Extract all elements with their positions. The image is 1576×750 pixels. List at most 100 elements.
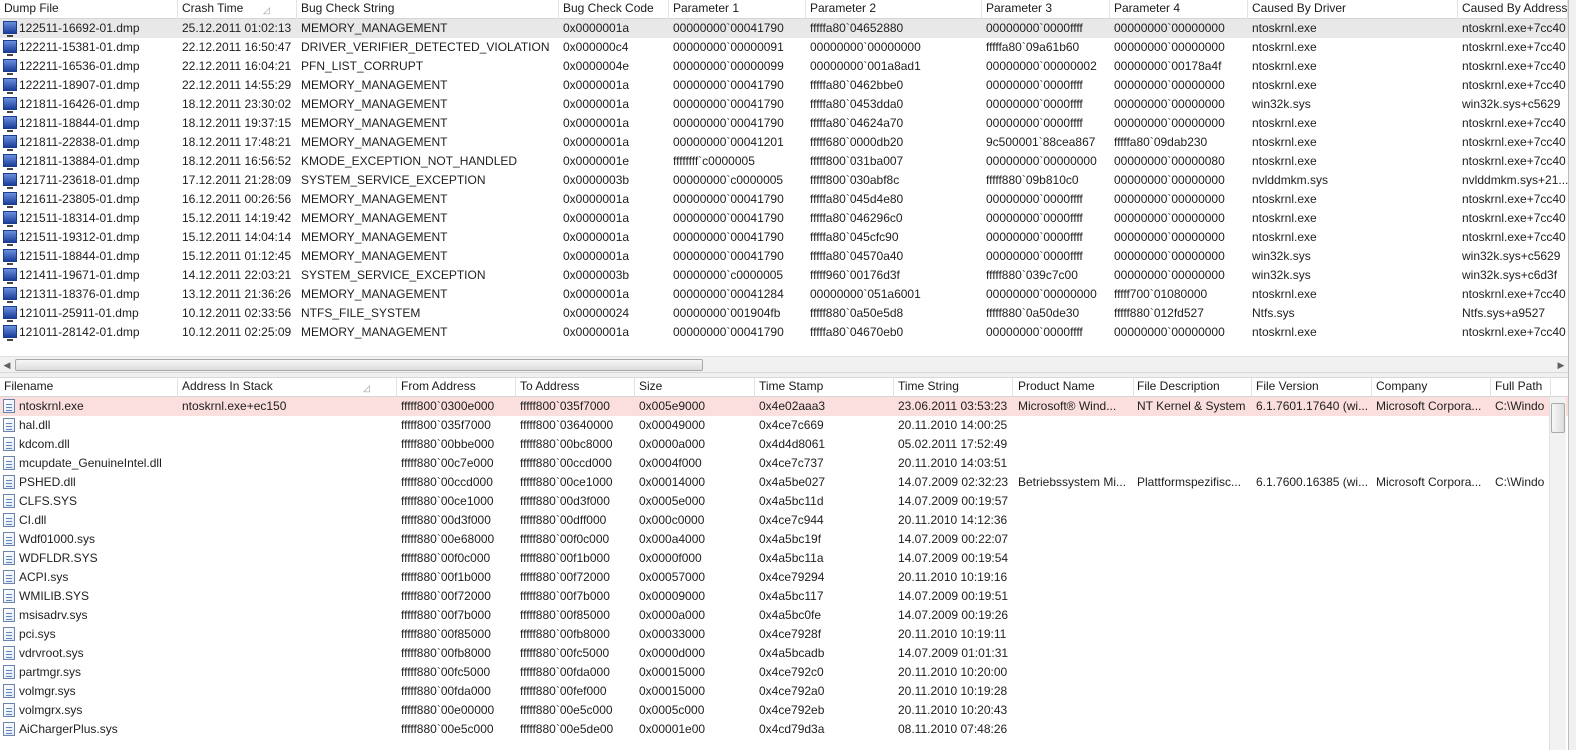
- table-cell: 0x0000003b: [563, 268, 630, 282]
- dump-row[interactable]: 122211-18907-01.dmp 22.12.2011 14:55:29 ME…: [0, 76, 1568, 95]
- driver-row[interactable]: msisadrv.sys fffff880`00f7b000 fffff880`00…: [0, 606, 1568, 625]
- driver-col-header[interactable]: To Address: [516, 378, 635, 397]
- driver-col-header[interactable]: File Description: [1133, 378, 1252, 397]
- table-cell: fffff880`00e5c000: [401, 722, 494, 736]
- table-cell: [1372, 492, 1491, 511]
- horizontal-scroll-thumb[interactable]: [15, 359, 703, 371]
- dump-row[interactable]: 121811-13884-01.dmp 18.12.2011 16:56:52 KM…: [0, 152, 1568, 171]
- table-cell: [1252, 435, 1372, 454]
- dump-col-header[interactable]: Bug Check String: [297, 0, 559, 19]
- dump-row[interactable]: 121311-18376-01.dmp 13.12.2011 21:36:26 ME…: [0, 285, 1568, 304]
- column-label: Company: [1376, 379, 1428, 393]
- dump-row[interactable]: 122211-16536-01.dmp 22.12.2011 16:04:21 PF…: [0, 57, 1568, 76]
- driver-row[interactable]: WMILIB.SYS fffff880`00f72000 fffff880`00f7…: [0, 587, 1568, 606]
- table-cell: 0x0005c000: [639, 703, 705, 717]
- column-label: Product Name: [1018, 379, 1095, 393]
- dump-row[interactable]: 121711-23618-01.dmp 17.12.2011 21:28:09 SY…: [0, 171, 1568, 190]
- driver-col-header[interactable]: Size: [635, 378, 755, 397]
- table-cell: 20.11.2010 14:03:51: [898, 456, 1008, 470]
- driver-row[interactable]: CI.dll fffff880`00d3f000 fffff880`00dff000…: [0, 511, 1568, 530]
- column-label: Time Stamp: [759, 379, 824, 393]
- dump-row[interactable]: 121011-25911-01.dmp 10.12.2011 02:33:56 NT…: [0, 304, 1568, 323]
- driver-row[interactable]: mcupdate_GenuineIntel.dll fffff880`00c7e0…: [0, 454, 1568, 473]
- driver-row[interactable]: partmgr.sys fffff880`00fc5000 fffff880`00f…: [0, 663, 1568, 682]
- table-cell: fffff880`00f72000: [520, 570, 610, 584]
- driver-row[interactable]: volmgr.sys fffff880`00fda000 fffff880`00fe…: [0, 682, 1568, 701]
- scroll-right-arrow-icon[interactable]: ▶: [1554, 358, 1568, 372]
- dump-row[interactable]: 122511-16692-01.dmp 25.12.2011 01:02:13 ME…: [0, 19, 1568, 38]
- driver-col-header[interactable]: Address In Stack ◿: [178, 378, 397, 397]
- driver-col-header[interactable]: Company: [1372, 378, 1491, 397]
- driver-row[interactable]: AiChargerPlus.sys fffff880`00e5c000 fffff8…: [0, 720, 1568, 739]
- driver-col-header[interactable]: Time String: [894, 378, 1013, 397]
- table-cell: 00000000`00000000: [1114, 192, 1225, 206]
- driver-row[interactable]: pci.sys fffff880`00f85000 fffff880`00fb800…: [0, 625, 1568, 644]
- table-cell: fffff880`00bbe000: [401, 437, 495, 451]
- table-cell: [1014, 625, 1134, 644]
- dump-row[interactable]: 122211-15381-01.dmp 22.12.2011 16:50:47 DR…: [0, 38, 1568, 57]
- driver-col-header[interactable]: Time Stamp: [755, 378, 894, 397]
- dump-col-header[interactable]: Parameter 3: [982, 0, 1110, 19]
- dump-row[interactable]: 121811-18844-01.dmp 18.12.2011 19:37:15 ME…: [0, 114, 1568, 133]
- dump-col-header[interactable]: Crash Time ◿: [178, 0, 297, 19]
- vertical-scroll-thumb[interactable]: [1551, 403, 1565, 433]
- table-cell: 13.12.2011 21:36:26: [182, 287, 292, 301]
- driver-col-header[interactable]: Full Path: [1491, 378, 1551, 397]
- dump-col-header[interactable]: Caused By Driver: [1248, 0, 1458, 19]
- dump-col-header[interactable]: Bug Check Code: [559, 0, 669, 19]
- dump-col-header[interactable]: Parameter 1: [669, 0, 806, 19]
- dump-row[interactable]: 121511-19312-01.dmp 15.12.2011 14:04:14 ME…: [0, 228, 1568, 247]
- dump-col-header[interactable]: Dump File: [0, 0, 178, 19]
- vertical-scrollbar[interactable]: [1549, 397, 1566, 750]
- table-cell: 121511-19312-01.dmp: [19, 230, 140, 244]
- driver-row[interactable]: ntoskrnl.exe ntoskrnl.exe+ec150 fffff800`0…: [0, 397, 1568, 416]
- driver-list-pane[interactable]: Filename Address In Stack ◿ From Address To …: [0, 378, 1568, 750]
- table-cell: [178, 587, 397, 606]
- driver-col-header[interactable]: File Version: [1252, 378, 1372, 397]
- driver-col-header[interactable]: Product Name: [1014, 378, 1134, 397]
- table-cell: 14.07.2009 00:19:51: [898, 589, 1009, 603]
- scroll-left-arrow-icon[interactable]: ◀: [0, 358, 14, 372]
- column-label: Crash Time: [182, 1, 244, 15]
- table-cell: Ntfs.sys: [1252, 306, 1295, 320]
- table-cell: 0x0000a000: [639, 437, 706, 451]
- table-cell: [1491, 606, 1551, 625]
- dump-row[interactable]: 121811-16426-01.dmp 18.12.2011 23:30:02 ME…: [0, 95, 1568, 114]
- driver-row[interactable]: hal.dll fffff800`035f7000 fffff800`0364000…: [0, 416, 1568, 435]
- table-cell: 00000000`0000ffff: [986, 211, 1083, 225]
- dump-col-header[interactable]: Parameter 2: [806, 0, 982, 19]
- driver-row[interactable]: kdcom.dll fffff880`00bbe000 fffff880`00bc8…: [0, 435, 1568, 454]
- driver-row[interactable]: CLFS.SYS fffff880`00ce1000 fffff880`00d3f0…: [0, 492, 1568, 511]
- driver-row[interactable]: ACPI.sys fffff880`00f1b000 fffff880`00f720…: [0, 568, 1568, 587]
- table-cell: fffff880`00fb8000: [401, 646, 491, 660]
- column-label: Parameter 1: [673, 1, 740, 15]
- dump-row[interactable]: 121511-18314-01.dmp 15.12.2011 14:19:42 ME…: [0, 209, 1568, 228]
- sort-arrow-icon: ◿: [263, 5, 270, 15]
- table-cell: 00000000`00000000: [1114, 21, 1225, 35]
- table-cell: fffffa80`04624a70: [810, 116, 904, 130]
- driver-row[interactable]: volmgrx.sys fffff880`00e00000 fffff880`00e…: [0, 701, 1568, 720]
- driver-row[interactable]: Wdf01000.sys fffff880`00e68000 fffff880`00…: [0, 530, 1568, 549]
- horizontal-scrollbar[interactable]: ◀ ▶: [0, 356, 1568, 372]
- table-cell: MEMORY_MANAGEMENT: [301, 287, 448, 301]
- dump-col-header[interactable]: Caused By Address: [1458, 0, 1568, 19]
- driver-row[interactable]: vdrvroot.sys fffff880`00fb8000 fffff880`00…: [0, 644, 1568, 663]
- dump-row[interactable]: 121611-23805-01.dmp 16.12.2011 00:26:56 ME…: [0, 190, 1568, 209]
- dump-row[interactable]: 121011-28142-01.dmp 10.12.2011 02:25:09 ME…: [0, 323, 1568, 342]
- table-cell: [1372, 644, 1491, 663]
- table-cell: [1133, 416, 1252, 435]
- dump-row[interactable]: 121411-19671-01.dmp 14.12.2011 22:03:21 SY…: [0, 266, 1568, 285]
- dump-row[interactable]: 121811-22838-01.dmp 18.12.2011 17:48:21 ME…: [0, 133, 1568, 152]
- driver-col-header[interactable]: From Address: [397, 378, 516, 397]
- driver-row[interactable]: WDFLDR.SYS fffff880`00f0c000 fffff880`00f1…: [0, 549, 1568, 568]
- table-cell: [1252, 625, 1372, 644]
- driver-row[interactable]: PSHED.dll fffff880`00ccd000 fffff880`00ce1…: [0, 473, 1568, 492]
- table-cell: fffff880`00d3f000: [520, 494, 610, 508]
- driver-col-header[interactable]: Filename: [0, 378, 178, 397]
- dump-list-pane[interactable]: Dump File Crash Time ◿ Bug Check String Bug …: [0, 0, 1568, 372]
- table-cell: [1252, 416, 1372, 435]
- table-cell: 18.12.2011 16:56:52: [182, 154, 292, 168]
- dump-col-header[interactable]: Parameter 4: [1110, 0, 1248, 19]
- dump-row[interactable]: 121511-18844-01.dmp 15.12.2011 01:12:45 ME…: [0, 247, 1568, 266]
- table-cell: 18.12.2011 19:37:15: [182, 116, 292, 130]
